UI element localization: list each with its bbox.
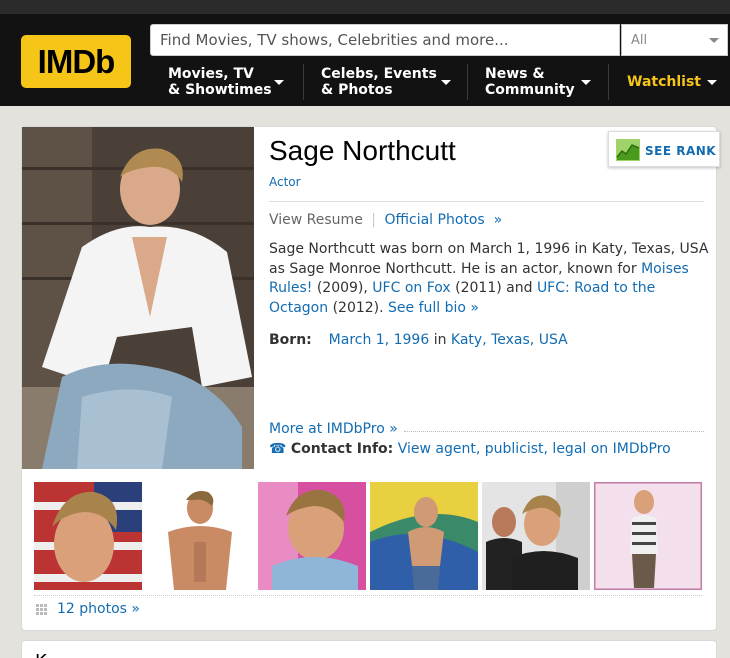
nav-divider [303,64,304,100]
photo-thumb[interactable] [146,482,254,590]
photo-thumb[interactable] [482,482,590,590]
nav-celebs-line2: & Photos [321,82,393,98]
born-label: Born: [269,332,312,348]
born-in: in [429,332,451,348]
chevron-down-icon [274,80,284,85]
search-category-select[interactable]: All [621,24,728,56]
chevron-down-icon [709,38,719,43]
film-year: (2011) and [450,280,537,296]
rank-chart-icon [616,139,640,161]
search-category-value: All [631,32,648,48]
contact-info: ☎ Contact Info: View agent, publicist, l… [269,441,671,457]
view-resume-link[interactable]: View Resume [269,212,363,228]
dotted-divider [34,595,702,596]
imdbpro-more: More at IMDbPro » [269,421,706,437]
nav-news-line2: Community [485,82,575,98]
see-rank-label: SEE RANK [645,144,717,158]
chevron-down-icon [581,80,591,85]
nav-divider [608,64,609,100]
official-photos-link[interactable]: Official Photos [384,212,484,228]
nav-watchlist-label: Watchlist [627,74,701,90]
chevron-right-icon: » [384,421,398,437]
nav-watchlist[interactable]: Watchlist [627,62,717,102]
more-at-imdbpro-link[interactable]: More at IMDbPro [269,421,385,437]
birth-place-link[interactable]: Katy, Texas, USA [451,332,568,348]
nav-movies-tv[interactable]: Movies, TV & Showtimes [168,62,288,102]
photo-strip [34,482,702,590]
photo-grid-icon [36,603,47,615]
bio-summary: Sage Northcutt was born on March 1, 1996… [269,240,709,318]
nav-news[interactable]: News & Community [485,62,591,102]
film-year: (2009), [312,280,373,296]
contact-link[interactable]: View agent, publicist, legal on IMDbPro [398,441,671,457]
next-section-heading: K [35,651,47,658]
phone-icon: ☎ [269,441,287,457]
profile-card: Sage Northcutt Actor SEE RANK View Resum… [21,126,720,631]
photo-thumb[interactable] [370,482,478,590]
next-section-card: K [21,640,717,658]
chevron-right-icon: » [126,601,140,617]
film-link-ufc-on-fox[interactable]: UFC on Fox [372,280,450,296]
link-separator: | [371,212,376,228]
divider [269,201,704,202]
top-strip [0,0,730,14]
nav-movies-line1: Movies, TV [168,66,254,82]
nav-divider [467,64,468,100]
chevron-right-icon: » [465,299,479,316]
chevron-down-icon [441,80,451,85]
search-input[interactable]: Find Movies, TV shows, Celebrities and m… [150,24,620,56]
nav-celebs[interactable]: Celebs, Events & Photos [321,62,451,102]
photo-thumb[interactable] [594,482,702,590]
imdb-logo[interactable]: IMDb [21,35,131,88]
contact-label: Contact Info: [290,441,394,457]
actor-role-link[interactable]: Actor [269,175,301,189]
nav-movies-line2: & Showtimes [168,82,272,98]
film-year: (2012). [328,299,389,316]
actor-name: Sage Northcutt [269,135,456,166]
photo-thumb[interactable] [258,482,366,590]
photos-count-row: 12 photos » [36,601,140,617]
all-photos-link[interactable]: 12 photos [57,601,127,617]
born-info: Born: March 1, 1996 in Katy, Texas, USA [269,332,568,348]
chevron-right-icon: » [489,212,503,228]
birth-date-link[interactable]: March 1, 1996 [329,332,430,348]
see-full-bio-link[interactable]: See full bio [388,300,466,316]
chevron-down-icon [707,80,717,85]
search-placeholder: Find Movies, TV shows, Celebrities and m… [160,31,509,49]
see-rank-button[interactable]: SEE RANK [608,131,720,167]
dotted-divider [404,431,704,432]
resume-links: View Resume | Official Photos » [269,212,502,228]
profile-photo[interactable] [22,127,254,469]
site-header: IMDb Find Movies, TV shows, Celebrities … [0,14,730,106]
nav-celebs-line1: Celebs, Events [321,66,437,82]
photo-thumb[interactable] [34,482,142,590]
nav-news-line1: News & [485,66,545,82]
